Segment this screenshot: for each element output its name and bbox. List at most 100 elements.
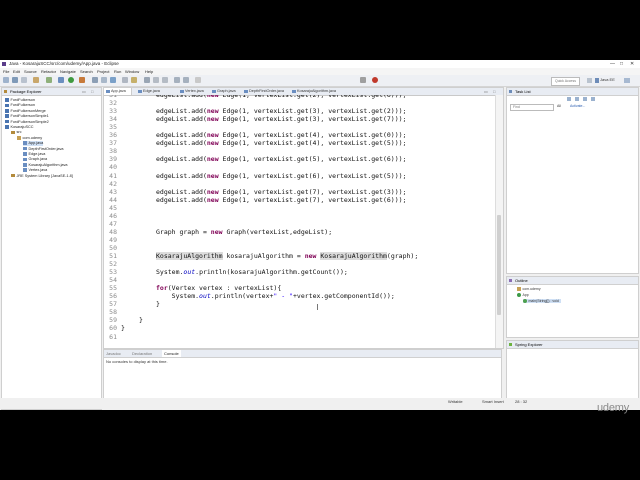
new-class-icon[interactable] (110, 77, 116, 83)
tree-item[interactable]: com.udemy (17, 136, 42, 141)
package-explorer-title[interactable]: Package Explorer (10, 88, 42, 95)
new-icon[interactable] (3, 77, 9, 83)
code-line[interactable]: } (139, 316, 143, 324)
maximize-view-icon[interactable]: □ (91, 88, 93, 95)
tree-item[interactable]: FordFulkersonSimple1 (5, 114, 49, 119)
tab-kosarajualgorithm-java[interactable]: KosarajuAlgorithm.java (290, 88, 346, 95)
perspective-java-ee[interactable]: Java EE (600, 77, 615, 82)
menu-help[interactable]: Help (145, 68, 153, 75)
tree-item[interactable]: KosarajuSCC (5, 125, 34, 130)
new-package-icon[interactable] (101, 77, 107, 83)
scrollbar-thumb[interactable] (497, 215, 501, 315)
code-line[interactable]: edgeList.add(new Edge(1, vertexList.get(… (156, 155, 406, 163)
debug-icon[interactable] (58, 77, 64, 83)
tree-item[interactable]: Vertex.java (23, 168, 47, 173)
outline-title[interactable]: Outline (515, 277, 528, 284)
close-button[interactable]: ✕ (630, 60, 634, 68)
next-annotation-icon[interactable] (153, 77, 159, 83)
code-line[interactable]: edgeList.add(new Edge(1, vertexList.get(… (156, 115, 406, 123)
code-line[interactable]: KosarajuAlgorithm kosarajuAlgorithm = ne… (156, 252, 418, 260)
menu-edit[interactable]: Edit (13, 68, 20, 75)
tree-item[interactable]: KosarajuAlgorithm.java (23, 163, 68, 168)
minimize-button[interactable]: — (610, 60, 615, 68)
tree-item[interactable]: FordFulkersonMerge (5, 109, 46, 114)
save-icon[interactable] (12, 77, 18, 83)
code-line[interactable]: edgeList.add(new Edge(1, vertexList.get(… (156, 196, 406, 204)
external-tools-icon[interactable] (79, 77, 85, 83)
code-line[interactable]: Graph graph = new Graph(vertexList,edgeL… (156, 228, 332, 236)
server-icon[interactable] (46, 77, 52, 83)
code-line[interactable]: System.out.println(kosarajuAlgorithm.get… (156, 268, 348, 276)
code-line[interactable]: edgeList.add(new Edge(1, vertexList.get(… (156, 131, 406, 139)
maximize-view-icon[interactable]: □ (493, 88, 495, 95)
tree-item[interactable]: src (11, 130, 22, 135)
tab-vertex-java[interactable]: Vertex.java (178, 88, 210, 95)
stop-icon[interactable] (372, 77, 378, 83)
search-icon[interactable] (131, 77, 137, 83)
code-line[interactable]: edgeList.add(new Edge(1, vertexList.get(… (156, 95, 406, 99)
quick-access-input[interactable]: Quick Access (551, 77, 580, 86)
code-line[interactable]: edgeList.add(new Edge(1, vertexList.get(… (156, 139, 406, 147)
tree-item[interactable]: JRE System Library [JavaSE-1.8] (11, 174, 73, 179)
pin-icon[interactable] (195, 77, 201, 83)
tree-item[interactable]: FordFulkerson (5, 103, 35, 108)
tree-item[interactable]: FordFulkersonSimple2 (5, 120, 49, 125)
code-line[interactable]: System.out.println(vertex+" - "+vertex.g… (156, 292, 395, 300)
forward-icon[interactable] (183, 77, 189, 83)
tree-item[interactable]: DepthFirstOrder.java (23, 147, 64, 152)
tab-declaration[interactable]: Declaration (132, 350, 152, 357)
tree-item[interactable]: Graph.java (23, 157, 47, 162)
minimize-view-icon[interactable]: ▭ (484, 88, 488, 95)
toolbar-misc-icon[interactable] (360, 77, 366, 83)
focus-icon[interactable] (591, 97, 595, 101)
previous-annotation-icon[interactable] (162, 77, 168, 83)
filter-icon[interactable] (575, 97, 579, 101)
tab-graph-java[interactable]: Graph.java (210, 88, 242, 95)
menu-window[interactable]: Window (125, 68, 139, 75)
build-icon[interactable] (33, 77, 39, 83)
save-all-icon[interactable] (21, 77, 27, 83)
new-task-icon[interactable] (567, 97, 571, 101)
collapse-all-icon[interactable] (583, 97, 587, 101)
menu-navigate[interactable]: Navigate (60, 68, 76, 75)
annotation-icon[interactable] (144, 77, 150, 83)
all-filter-link[interactable]: All (557, 104, 561, 108)
open-type-icon[interactable] (122, 77, 128, 83)
tree-item[interactable]: App.java (23, 141, 44, 147)
new-java-project-icon[interactable] (92, 77, 98, 83)
menu-refactor[interactable]: Refactor (41, 68, 56, 75)
tab-app-java[interactable]: App.java (104, 88, 132, 95)
outline-item-method[interactable]: main(String[]) : void (523, 299, 561, 303)
editor-scrollbar[interactable] (495, 95, 503, 348)
tab-javadoc[interactable]: Javadoc (106, 350, 121, 357)
outline-item-package[interactable]: com.udemy (517, 287, 541, 291)
back-icon[interactable] (174, 77, 180, 83)
code-line[interactable]: } (121, 324, 125, 332)
maximize-button[interactable]: □ (620, 60, 623, 68)
menu-file[interactable]: File (3, 68, 9, 75)
code-line[interactable]: for(Vertex vertex : vertexList){ (156, 284, 281, 292)
menu-source[interactable]: Source (24, 68, 37, 75)
activate-link[interactable]: Activate... (570, 104, 585, 108)
code-line[interactable]: edgeList.add(new Edge(1, vertexList.get(… (156, 188, 406, 196)
code-line[interactable]: edgeList.add(new Edge(1, vertexList.get(… (156, 107, 406, 115)
tree-item[interactable]: FordFulkerson (5, 98, 35, 103)
spring-explorer-title[interactable]: Spring Explorer (515, 341, 543, 348)
code-line[interactable]: } (156, 300, 160, 308)
code-area[interactable]: 31 edgeList.add(new Edge(1, vertexList.ge… (104, 95, 496, 348)
menu-run[interactable]: Run (114, 68, 121, 75)
outline-item-class[interactable]: App (517, 293, 529, 297)
menu-search[interactable]: Search (80, 68, 93, 75)
tab-console[interactable]: Console (162, 350, 181, 357)
task-list-title[interactable]: Task List (515, 88, 531, 95)
tree-item[interactable]: Edge.java (23, 152, 45, 157)
task-find-input[interactable]: Find (510, 104, 554, 111)
minimize-view-icon[interactable]: ▭ (82, 88, 86, 95)
run-icon[interactable] (68, 77, 74, 83)
open-perspective-icon[interactable] (587, 78, 592, 83)
code-line[interactable]: edgeList.add(new Edge(1, vertexList.get(… (156, 172, 406, 180)
tab-edge-java[interactable]: Edge.java (136, 88, 178, 95)
menu-project[interactable]: Project (97, 68, 109, 75)
tab-depthfirstorder-java[interactable]: DepthFirstOrder.java (242, 88, 290, 95)
java-perspective-icon[interactable] (624, 78, 630, 83)
